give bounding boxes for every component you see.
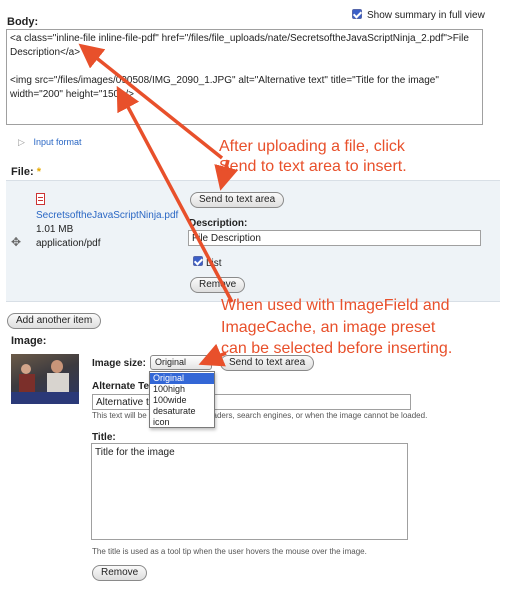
list-label: List: [206, 258, 222, 269]
annotation-upload-line1: After uploading a file, click: [219, 138, 405, 155]
alternate-text-input[interactable]: Alternative text: [92, 394, 411, 410]
annotation-upload-line2: Send to text area to insert.: [219, 158, 407, 175]
image-remove-button[interactable]: Remove: [92, 565, 148, 581]
file-remove-button[interactable]: Remove: [190, 277, 246, 293]
annotation-imagefield-line3: can be selected before inserting.: [221, 340, 453, 357]
dropdown-option[interactable]: 100high: [150, 384, 214, 395]
drag-handle-icon[interactable]: ✥: [11, 235, 21, 249]
image-size-selected: Original: [155, 357, 187, 367]
description-input[interactable]: File Description: [188, 230, 481, 246]
image-size-select[interactable]: Original ▾: [150, 355, 212, 370]
select-arrows-icon: ▾: [205, 359, 209, 366]
title-textarea[interactable]: Title for the image: [91, 443, 408, 540]
dropdown-option[interactable]: Original: [150, 373, 214, 384]
show-summary-label: Show summary in full view: [367, 10, 485, 21]
required-marker: *: [36, 166, 41, 178]
alternate-text-description: This text will be used by screen readers…: [92, 411, 428, 420]
input-format-toggle[interactable]: ▷ Input format: [18, 137, 81, 148]
show-summary-checkbox[interactable]: [352, 9, 362, 19]
body-textarea[interactable]: <a class="inline-file inline-file-pdf" h…: [6, 29, 483, 125]
dropdown-option[interactable]: 100wide: [150, 395, 214, 406]
file-name-link[interactable]: SecretsoftheJavaScriptNinja.pdf: [36, 210, 178, 221]
title-label: Title:: [92, 432, 116, 443]
dropdown-option[interactable]: icon: [150, 417, 214, 428]
description-label: Description:: [189, 218, 248, 229]
file-mime: application/pdf: [36, 238, 101, 249]
annotation-imagefield-line1: When used with ImageField and: [221, 297, 450, 314]
annotation-imagefield-line2: ImageCache, an image preset: [221, 319, 436, 336]
input-format-link[interactable]: Input format: [33, 137, 81, 147]
list-checkbox[interactable]: [193, 256, 203, 266]
collapse-triangle-icon: ▷: [18, 137, 25, 147]
pdf-icon: [36, 193, 45, 205]
image-label: Image:: [11, 335, 47, 347]
file-send-to-textarea-button[interactable]: Send to text area: [190, 192, 285, 208]
file-label: File: *: [11, 166, 41, 178]
image-size-dropdown[interactable]: Original 100high 100wide desaturate icon: [149, 371, 215, 428]
title-description: The title is used as a tool tip when the…: [92, 547, 367, 556]
body-label: Body:: [7, 16, 39, 28]
add-another-item-button[interactable]: Add another item: [7, 313, 102, 329]
file-size: 1.01 MB: [36, 224, 74, 235]
image-size-label: Image size:: [92, 358, 146, 369]
dropdown-option[interactable]: desaturate: [150, 406, 214, 417]
image-thumbnail: [11, 354, 79, 404]
